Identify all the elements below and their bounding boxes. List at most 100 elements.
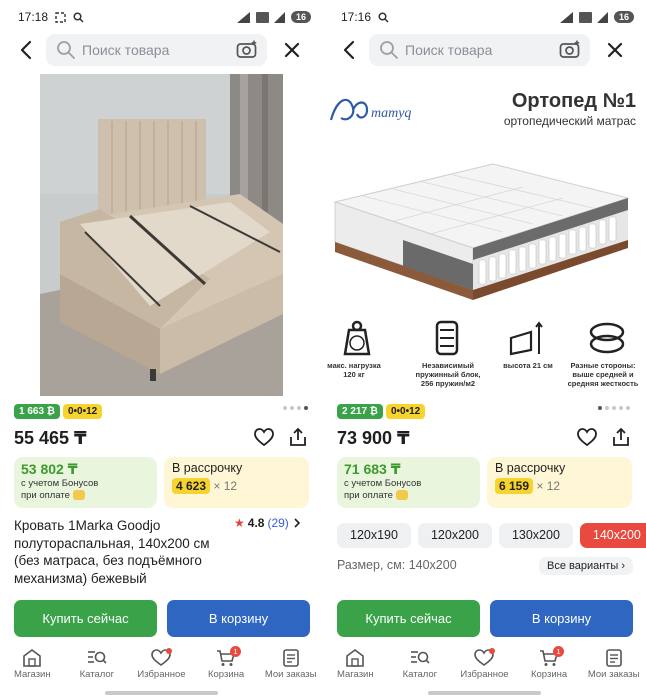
search-icon xyxy=(380,41,398,59)
price-badges: 2 217 ₿ 0•0•12 xyxy=(337,404,426,419)
banner-subtitle: ортопедический матрас xyxy=(503,114,636,128)
gallery-dot xyxy=(283,406,287,410)
search-status-icon xyxy=(378,11,389,23)
tab-favorites[interactable]: Избранное xyxy=(454,645,514,689)
feature-load-line2: 120 кг xyxy=(343,370,365,379)
tab-catalog[interactable]: Каталог xyxy=(390,645,450,689)
close-icon[interactable] xyxy=(603,38,627,62)
tab-cart[interactable]: 1 Корзина xyxy=(519,645,579,689)
tab-catalog[interactable]: Каталог xyxy=(67,645,127,689)
camera-search-icon[interactable] xyxy=(559,40,581,60)
screenshot-icon xyxy=(55,11,66,23)
back-arrow-icon[interactable] xyxy=(14,37,40,63)
product-photo-bed[interactable] xyxy=(40,74,283,396)
size-option[interactable]: 120x190 xyxy=(337,523,411,548)
installment-months: × 12 xyxy=(536,479,561,493)
cart-count-badge: 1 xyxy=(553,646,565,657)
feature-height: высота 21 см xyxy=(497,361,559,370)
search-icon xyxy=(57,41,75,59)
gallery-dot xyxy=(619,406,623,410)
buy-now-button[interactable]: Купить сейчас xyxy=(14,600,157,637)
brand-logo-text: mamyq xyxy=(371,106,411,121)
tab-orders[interactable]: Мои заказы xyxy=(261,645,321,689)
home-indicator xyxy=(105,691,218,695)
gallery-dot xyxy=(605,406,609,410)
search-input[interactable]: Поиск товара xyxy=(369,34,590,66)
installment-card[interactable]: В рассрочку 6 159 × 12 xyxy=(487,457,632,508)
size-option[interactable]: 130x200 xyxy=(498,523,573,548)
spring-block-icon xyxy=(435,320,459,356)
selected-size-label: Размер, см: 140x200 xyxy=(337,558,457,572)
all-variants-label: Все варианты xyxy=(547,560,619,572)
bonus-price-card[interactable]: 53 802 ₸ с учетом Бонусов при оплате xyxy=(14,457,157,508)
product-title: Кровать 1Marka Goodjo полуторaспальная, … xyxy=(14,518,210,586)
action-buttons: Купить сейчас В корзину xyxy=(337,600,633,637)
shop-icon xyxy=(346,649,365,667)
product-photo-mattress[interactable] xyxy=(323,140,646,318)
price-badges: 1 663 ₿ 0•0•12 xyxy=(14,404,103,419)
tab-cart-label: Корзина xyxy=(530,669,568,680)
back-arrow-icon[interactable] xyxy=(337,37,363,63)
status-bar: 17:16 16 xyxy=(341,8,634,26)
favorites-notification-dot xyxy=(489,648,496,654)
share-icon[interactable] xyxy=(288,427,308,447)
size-option[interactable]: 120x200 xyxy=(417,523,492,548)
orders-icon xyxy=(605,649,622,667)
bonus-caption-2: при оплате xyxy=(21,490,70,501)
search-input[interactable]: Поиск товара xyxy=(46,34,267,66)
buy-now-button[interactable]: Купить сейчас xyxy=(337,600,480,637)
signal2-icon xyxy=(273,11,285,23)
feature-height-line1: высота 21 см xyxy=(503,361,553,370)
bonus-badge: 1 663 ₿ xyxy=(14,404,60,419)
favorite-heart-icon[interactable] xyxy=(577,428,597,447)
bonus-caption: с учетом Бонусов xyxy=(344,478,422,489)
rating-value: 4.8 xyxy=(247,516,265,530)
tab-shop[interactable]: Магазин xyxy=(325,645,385,689)
feature-sides: Разные стороны: выше средней и средняя ж… xyxy=(563,361,643,388)
left-screen: 17:18 16 Поиск товара 1 663 ₿ 0•0•12 55 … xyxy=(0,0,323,700)
add-to-cart-button[interactable]: В корзину xyxy=(167,600,310,637)
camera-search-icon[interactable] xyxy=(236,40,258,60)
add-to-cart-button[interactable]: В корзину xyxy=(490,600,633,637)
gallery-dot xyxy=(297,406,301,410)
feature-springs-line2: пружинный блок, xyxy=(415,370,481,379)
tab-shop[interactable]: Магазин xyxy=(2,645,62,689)
share-icon[interactable] xyxy=(611,427,631,447)
size-option-selected[interactable]: 140x200 xyxy=(579,523,646,548)
signal-icon xyxy=(559,11,573,23)
tab-orders[interactable]: Мои заказы xyxy=(584,645,644,689)
home-indicator xyxy=(428,691,541,695)
installment-amount: 4 623 xyxy=(172,478,211,494)
installment-months: × 12 xyxy=(213,479,238,493)
status-time: 17:18 xyxy=(18,10,49,24)
search-placeholder: Поиск товара xyxy=(82,42,170,58)
signal-icon xyxy=(236,11,250,23)
product-rating[interactable]: ★ 4.8 (29) xyxy=(234,516,302,530)
bonus-coin-icon xyxy=(395,490,408,501)
size-selector: 120x190 120x200 130x200 140x200 xyxy=(337,523,646,548)
gallery-dot-active xyxy=(304,406,308,410)
weight-kg-icon xyxy=(343,320,371,356)
tab-orders-label: Мои заказы xyxy=(587,669,640,680)
status-time: 17:16 xyxy=(341,10,372,24)
star-icon: ★ xyxy=(234,516,245,530)
shop-icon xyxy=(23,649,42,667)
installment-title: В рассрочку xyxy=(172,461,243,475)
installment-badge: 0•0•12 xyxy=(385,404,426,419)
favorite-heart-icon[interactable] xyxy=(254,428,274,447)
catalog-search-icon xyxy=(410,651,430,664)
gallery-dot xyxy=(290,406,294,410)
close-icon[interactable] xyxy=(280,38,304,62)
bonus-price-card[interactable]: 71 683 ₸ с учетом Бонусов при оплате xyxy=(337,457,480,508)
tab-cart[interactable]: 1 Корзина xyxy=(196,645,256,689)
installment-title: В рассрочку xyxy=(495,461,566,475)
tab-favorites[interactable]: Избранное xyxy=(131,645,191,689)
tab-favorites-label: Избранное xyxy=(137,669,186,680)
search-row: Поиск товара xyxy=(323,33,646,67)
all-variants-button[interactable]: Все варианты › xyxy=(539,557,633,575)
battery-indicator: 16 xyxy=(613,11,634,23)
tab-shop-label: Магазин xyxy=(13,669,51,680)
search-status-icon xyxy=(73,11,84,23)
installment-card[interactable]: В рассрочку 4 623 × 12 xyxy=(164,457,309,508)
banner-title: Ортопед №1 xyxy=(511,90,636,112)
